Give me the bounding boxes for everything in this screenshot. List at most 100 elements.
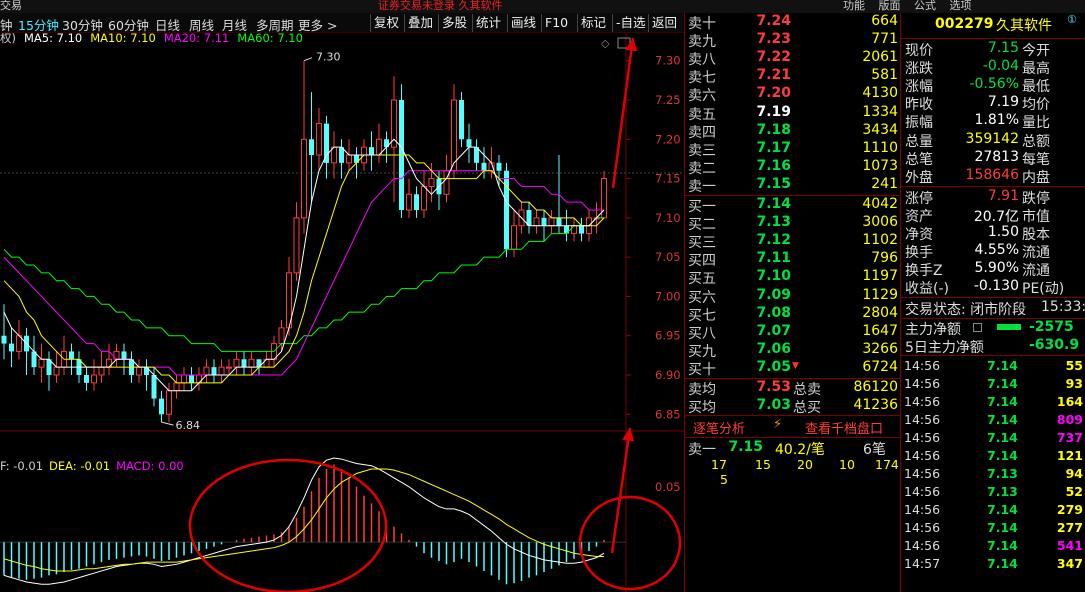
- toolbar-button-4[interactable]: 画线: [507, 14, 539, 32]
- period-tab-5[interactable]: 周线: [189, 15, 214, 34]
- tick-time: 14:56: [904, 430, 941, 446]
- toolbar-button-5[interactable]: F10: [541, 14, 571, 32]
- toolbar-button-6[interactable]: 标记: [577, 14, 609, 32]
- sell-level-10[interactable]: 卖十 7.24 664: [685, 13, 901, 32]
- tick-row: 14:56 7.13 94: [901, 465, 1085, 483]
- main-flow-row: 主力净额 -2575: [901, 319, 1085, 338]
- tick-price: 7.14: [987, 538, 1018, 554]
- tick-price: 7.14: [987, 556, 1018, 572]
- level-label: 买四: [688, 253, 716, 270]
- buy-level-5[interactable]: 买五 7.10 1197: [685, 268, 901, 287]
- candle-body: [121, 351, 127, 360]
- tick-price: 7.13: [987, 466, 1018, 482]
- candle-body: [159, 398, 164, 415]
- toolbar-button-1[interactable]: 叠加: [404, 14, 436, 32]
- quote-label: 外盘: [905, 169, 933, 186]
- toolbar-button-7[interactable]: -自选: [612, 14, 649, 32]
- sell-level-9[interactable]: 卖九 7.23 771: [685, 31, 901, 50]
- tick-price: 7.14: [987, 448, 1018, 464]
- tick-time: 14:56: [904, 412, 941, 428]
- buy-level-6[interactable]: 买六 7.09 1129: [685, 287, 901, 306]
- tab-thousand-levels[interactable]: 查看千档盘口: [805, 418, 883, 437]
- sell-level-3[interactable]: 卖三 7.17 1110: [685, 140, 901, 159]
- sell-level-2[interactable]: 卖二 7.16 1073: [685, 158, 901, 177]
- candle-body: [556, 217, 562, 226]
- quote-row: 涨停 7.91 跌停: [901, 188, 1085, 207]
- quote-label: 净资: [905, 227, 933, 243]
- quote-label-2: 内盘: [1022, 169, 1050, 186]
- diamond-icon[interactable]: ◇: [601, 37, 610, 50]
- level-price: 7.10: [756, 268, 791, 285]
- buy-level-1[interactable]: 买一 7.14 4042: [685, 196, 901, 215]
- level-marker: ▼: [792, 360, 799, 371]
- kline-chart-area[interactable]: 7.30 7.25 7.20 7.15 7.10 7.05 7.00 6.95 6.90 6.85…: [0, 33, 684, 592]
- period-tab-0[interactable]: 钟: [0, 15, 13, 34]
- toolbar-button-0[interactable]: 复权: [370, 14, 402, 32]
- ma-legend-item: MA5: 7.10: [24, 33, 82, 45]
- period-tab-4[interactable]: 日线: [155, 15, 180, 34]
- toolbar-button-2[interactable]: 多股: [438, 14, 470, 32]
- buy-level-2[interactable]: 买二 7.13 3006: [685, 214, 901, 233]
- toolbar-button-3[interactable]: 统计: [472, 14, 504, 32]
- toolbar-button-8[interactable]: 返回: [648, 14, 680, 32]
- buy-level-8[interactable]: 买八 7.07 1647: [685, 322, 901, 342]
- tick-volume: 52: [1065, 484, 1083, 500]
- quote-label-2: 每笔: [1022, 151, 1050, 168]
- level-volume: 1647: [862, 322, 898, 339]
- sell-level-7[interactable]: 卖七 7.21 581: [685, 67, 901, 86]
- level-label: 卖二: [688, 160, 716, 177]
- expand-icon[interactable]: [973, 323, 982, 333]
- info-icon[interactable]: ①: [1067, 13, 1077, 26]
- top-menu-items[interactable]: 功能 版面 公式 选项: [843, 0, 972, 13]
- sell-level-6[interactable]: 卖六 7.20 4130: [685, 85, 901, 105]
- level-volume: 664: [871, 13, 898, 29]
- avg-buy-row: 买均 7.03 总买 41236: [685, 397, 901, 416]
- period-tab-8[interactable]: 更多 >: [298, 15, 337, 34]
- buy-level-3[interactable]: 买三 7.12 1102: [685, 232, 901, 251]
- candle-body: [496, 162, 502, 171]
- period-tab-7[interactable]: 多周期: [256, 15, 294, 34]
- quote-label: 振幅: [905, 115, 933, 132]
- buy-level-4[interactable]: 买四 7.11 796: [685, 250, 901, 270]
- level-label: 卖六: [688, 88, 716, 105]
- sell-level-8[interactable]: 卖八 7.22 2061: [685, 49, 901, 68]
- candle-body: [414, 194, 419, 210]
- sell-level-1[interactable]: 卖一 7.15 241: [685, 176, 901, 195]
- period-tab-3[interactable]: 60分钟: [108, 15, 149, 34]
- level-price: 7.24: [756, 13, 791, 29]
- trade-status-row: 交易状态: 闭市阶段 15:33:: [901, 299, 1085, 318]
- buy-level-9[interactable]: 买九 7.06 3266: [685, 340, 901, 360]
- period-tab-6[interactable]: 月线: [222, 15, 247, 34]
- quote-row: 收益(-) -0.130 PE(动): [901, 278, 1085, 297]
- level-price: 7.07: [756, 322, 791, 339]
- candle-body: [301, 138, 307, 219]
- tick-volume: 541: [1056, 538, 1083, 554]
- period-tab-1[interactable]: 15分钟: [18, 15, 59, 34]
- tick-row: 14:56 7.14 93: [901, 375, 1085, 393]
- level-volume: 796: [871, 250, 898, 267]
- level-price: 7.06: [756, 340, 791, 357]
- total-value: 86120: [853, 379, 898, 395]
- tab-tick-analysis[interactable]: 逐笔分析: [693, 418, 745, 437]
- tick-row: 14:57 7.14 347: [901, 555, 1085, 573]
- sell-level-5[interactable]: 卖五 7.19 1334: [685, 104, 901, 123]
- candle-body: [233, 358, 240, 368]
- tick-volume: 121: [1056, 448, 1083, 464]
- sell-level-4[interactable]: 卖四 7.18 3434: [685, 122, 901, 141]
- annotation-arrow-macd-shaft: [610, 427, 632, 554]
- high-marker-line: [303, 57, 313, 62]
- queue-volume: 15: [755, 457, 771, 472]
- main-flow-5d-value: -630.9: [1029, 337, 1080, 354]
- quote-label-2: 市值: [1022, 208, 1050, 225]
- candle-body: [504, 170, 509, 250]
- buy-level-10[interactable]: 买十 7.05 6724 ▼: [685, 359, 901, 378]
- quote-label: 涨停: [905, 190, 933, 207]
- quote-label: 换手: [905, 245, 933, 262]
- buy-level-7[interactable]: 买七 7.08 2804: [685, 305, 901, 324]
- quote-value: 1.81%: [974, 112, 1019, 129]
- level-label: 买一: [688, 199, 716, 215]
- period-tab-2[interactable]: 30分钟: [62, 15, 103, 34]
- candle-body: [38, 358, 45, 368]
- tick-row: 14:56 7.14 121: [901, 447, 1085, 465]
- trade-menu[interactable]: 交易: [0, 0, 22, 13]
